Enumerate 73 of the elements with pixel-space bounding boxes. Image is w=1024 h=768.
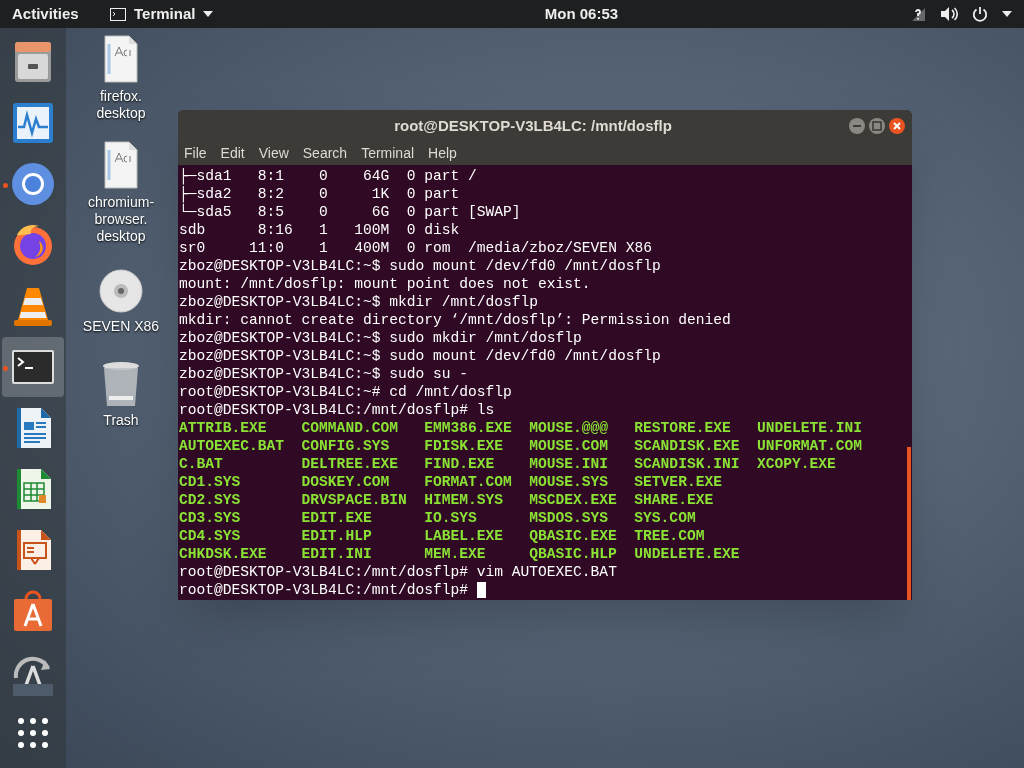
file-name: CHKDSK.EXE <box>179 546 267 562</box>
file-name: FORMAT.COM <box>424 474 512 490</box>
file-name: EDIT.HLP <box>301 528 372 544</box>
file-name: FIND.EXE <box>424 456 495 472</box>
terminal-line: zboz@DESKTOP-V3LB4LC:~$ mkdir /mnt/dosflp <box>179 293 539 311</box>
terminal-line: zboz@DESKTOP-V3LB4LC:~$ sudo su - <box>179 365 468 383</box>
file-name: IO.SYS <box>424 510 477 526</box>
file-name: CONFIG.SYS <box>301 438 390 454</box>
terminal-line: sr0 11:0 1 400M 0 rom /media/zboz/SEVEN X86 <box>179 239 652 257</box>
file-name: UNDELETE.EXE <box>634 546 740 562</box>
file-name: SETVER.EXE <box>634 474 722 490</box>
file-name: EMM386.EXE <box>424 420 512 436</box>
file-name: DOSKEY.COM <box>301 474 390 490</box>
file-name: QBASIC.EXE <box>529 528 617 544</box>
window-title: root@DESKTOP-V3LB4LC: /mnt/dosflp <box>393 115 673 136</box>
file-name: CD1.SYS <box>179 474 241 490</box>
file-name: UNFORMAT.COM <box>756 438 863 454</box>
menu-item[interactable]: Edit <box>220 143 245 164</box>
file-name: SHARE.EXE <box>634 492 714 508</box>
file-name: EDIT.EXE <box>301 510 372 526</box>
icon-label[interactable]: firefox. desktop <box>96 88 146 122</box>
terminal-line: ├─sda2 8:2 0 1K 0 part <box>179 185 460 203</box>
app-menu[interactable]: Terminal <box>110 2 214 26</box>
file-name: DRVSPACE.BIN <box>301 492 407 508</box>
file-name: DELTREE.EXE <box>301 456 398 472</box>
file-name: HIMEM.SYS <box>424 492 503 508</box>
file-name: QBASIC.HLP <box>529 546 617 562</box>
menu-item[interactable]: Help <box>428 143 457 164</box>
file-name: SYS.COM <box>634 510 696 526</box>
terminal-line: root@DESKTOP-V3LB4LC:/mnt/dosflp# ls <box>179 401 495 419</box>
file-name: RESTORE.EXE <box>634 420 731 436</box>
file-name: C.BAT <box>179 456 223 472</box>
clock[interactable]: Mon 06:53 <box>531 2 632 26</box>
file-name: MOUSE.COM <box>529 438 609 454</box>
activities-button[interactable]: Activities <box>12 2 98 26</box>
file-name: XCOPY.EXE <box>756 456 836 472</box>
file-name: ATTRIB.EXE <box>179 420 267 436</box>
file-name: CD4.SYS <box>179 528 241 544</box>
menu-item[interactable]: Search <box>302 143 348 164</box>
menu-item[interactable]: File <box>184 143 207 164</box>
terminal-line: └─sda5 8:5 0 6G 0 part [SWAP] <box>179 203 521 221</box>
file-name: MOUSE.INI <box>529 456 609 472</box>
file-name: AUTOEXEC.BAT <box>179 438 285 454</box>
terminal-line: zboz@DESKTOP-V3LB4LC:~$ sudo mkdir /mnt/dosflp <box>179 329 582 347</box>
terminal-line: root@DESKTOP-V3LB4LC:/mnt/dosflp# vim AUTOEXEC.BAT <box>179 563 617 581</box>
terminal-prompt: root@DESKTOP-V3LB4LC:/mnt/dosflp# <box>179 581 468 599</box>
terminal-line: zboz@DESKTOP-V3LB4LC:~$ sudo mount /dev/fd0 /mnt/dosflp <box>179 257 661 275</box>
terminal-line: root@DESKTOP-V3LB4LC:~# cd /mnt/dosflp <box>179 383 512 401</box>
file-name: MSDOS.SYS <box>529 510 609 526</box>
file-name: SCANDISK.EXE <box>634 438 740 454</box>
file-name: TREE.COM <box>634 528 705 544</box>
file-name: COMMAND.COM <box>301 420 398 436</box>
terminal-line: sdb 8:16 1 100M 0 disk <box>179 221 460 239</box>
file-name: MEM.EXE <box>424 546 486 562</box>
file-name: CD3.SYS <box>179 510 241 526</box>
terminal-line: ├─sda1 8:1 0 64G 0 part / <box>179 167 477 185</box>
icon-label[interactable]: Trash <box>103 412 139 429</box>
file-name: EDIT.INI <box>301 546 372 562</box>
terminal-line: zboz@DESKTOP-V3LB4LC:~$ sudo mount /dev/fd0 /mnt/dosflp <box>179 347 661 365</box>
menu-item[interactable]: Terminal <box>361 143 415 164</box>
icon-label[interactable]: SEVEN X86 <box>82 318 160 335</box>
file-name: CD2.SYS <box>179 492 241 508</box>
file-name: FDISK.EXE <box>424 438 503 454</box>
file-name: SCANDISK.INI <box>634 456 740 472</box>
file-name: UNDELETE.INI <box>756 420 863 436</box>
file-name: MOUSE.SYS <box>529 474 609 490</box>
file-name: MOUSE.@@@ <box>529 420 609 436</box>
icon-label[interactable]: chromium- browser. desktop <box>87 194 155 245</box>
terminal-line: mkdir: cannot create directory ‘/mnt/dosflp’: Permission denied <box>179 311 731 329</box>
file-name: MSCDEX.EXE <box>529 492 617 508</box>
file-name: LABEL.EXE <box>424 528 503 544</box>
terminal-line: mount: /mnt/dosflp: mount point does not exist. <box>179 275 591 293</box>
menu-item[interactable]: View <box>258 143 289 164</box>
